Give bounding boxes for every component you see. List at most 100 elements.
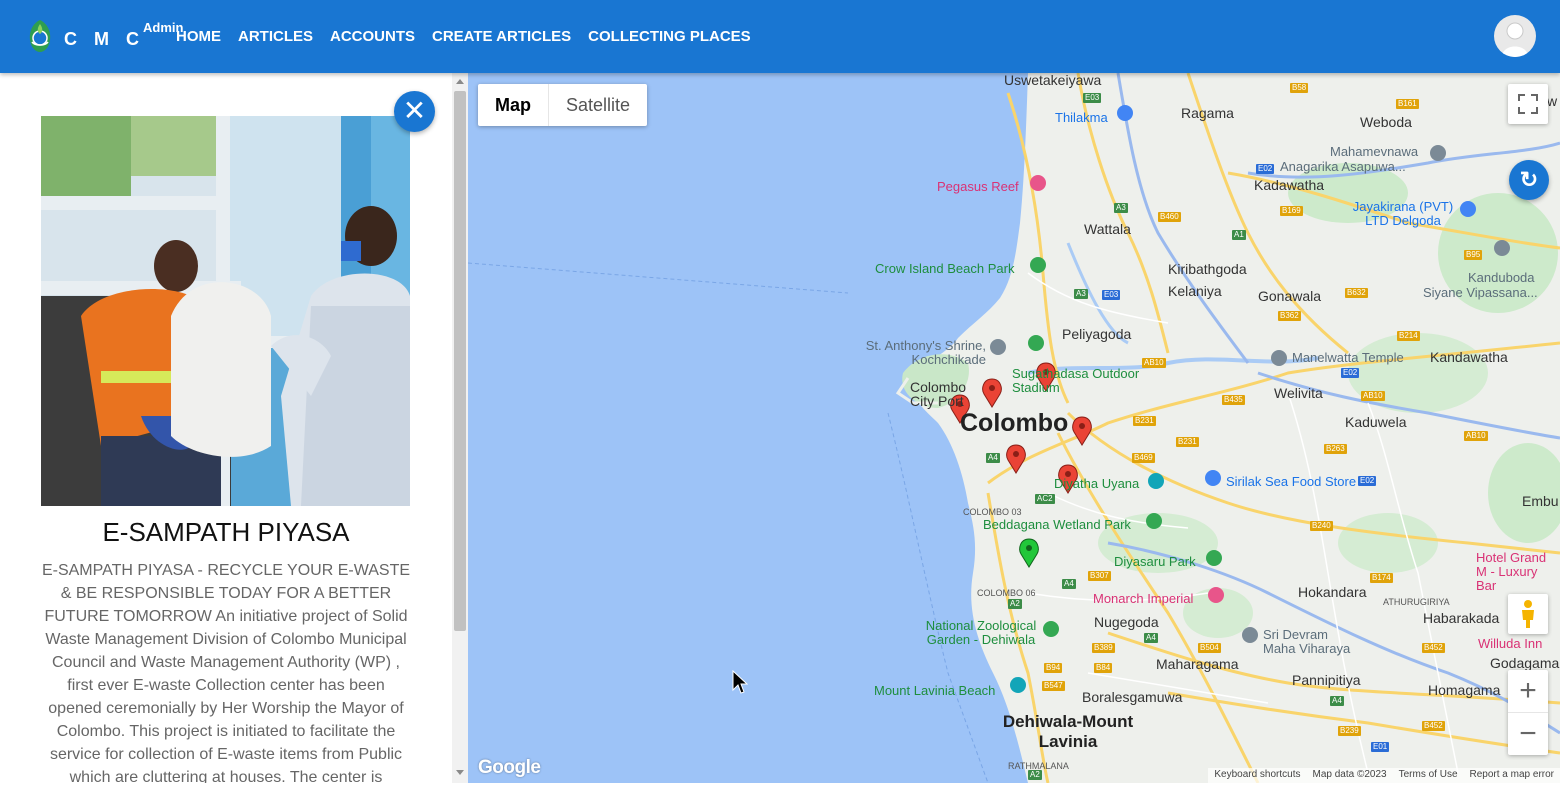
camera-marker-icon[interactable] bbox=[1148, 473, 1164, 489]
road-shield: B240 bbox=[1310, 521, 1333, 531]
map-label: Peliyagoda bbox=[1062, 326, 1132, 342]
brand-name[interactable]: C M CAdmin bbox=[64, 20, 183, 50]
map-label: Nugegoda bbox=[1094, 614, 1159, 630]
temple-marker-icon[interactable] bbox=[1242, 627, 1258, 643]
hotel-marker-icon[interactable] bbox=[1030, 175, 1046, 191]
road-shield: B547 bbox=[1042, 681, 1065, 691]
map-label: COLOMBO 03 bbox=[963, 507, 1022, 517]
keyboard-shortcuts-link[interactable]: Keyboard shortcuts bbox=[1208, 768, 1306, 783]
map-label: Mount Lavinia Beach bbox=[874, 683, 996, 698]
map-label: Embu bbox=[1522, 493, 1559, 509]
hotel-marker-icon[interactable] bbox=[1208, 587, 1224, 603]
panel-scrollbar[interactable] bbox=[452, 73, 468, 783]
map-label: Godagama bbox=[1490, 655, 1560, 671]
map-label: Thilakma bbox=[1055, 110, 1108, 125]
scroll-thumb[interactable] bbox=[454, 91, 466, 631]
user-avatar[interactable] bbox=[1494, 15, 1536, 57]
road-shield: B169 bbox=[1280, 206, 1303, 216]
road-shield: B263 bbox=[1324, 444, 1347, 454]
mouse-cursor-icon bbox=[732, 670, 748, 694]
top-app-bar: C M CAdmin HOME ARTICLES ACCOUNTS CREATE… bbox=[0, 0, 1560, 73]
map-label: Boralesgamuwa bbox=[1082, 689, 1183, 705]
fullscreen-icon bbox=[1518, 94, 1538, 114]
map-label: Welivita bbox=[1274, 385, 1323, 401]
fullscreen-button[interactable] bbox=[1508, 84, 1548, 124]
google-map[interactable]: Uswetakeiyawa Ragama Weliw Weboda Thilak… bbox=[468, 73, 1560, 783]
temple-marker-icon[interactable] bbox=[1494, 240, 1510, 256]
map-label: Sirilak Sea Food Store bbox=[1226, 474, 1357, 489]
nav-home[interactable]: HOME bbox=[176, 28, 221, 45]
road-shield: B161 bbox=[1396, 99, 1419, 109]
beach-marker-icon[interactable] bbox=[1010, 677, 1026, 693]
nav-collecting-places[interactable]: COLLECTING PLACES bbox=[588, 28, 751, 45]
close-button[interactable]: ✕ bbox=[394, 91, 435, 132]
nav-articles[interactable]: ARTICLES bbox=[238, 28, 313, 45]
map-label: Jayakirana (PVT) LTD Delgoda bbox=[1352, 199, 1454, 228]
map-label: Kiribathgoda bbox=[1168, 261, 1247, 277]
road-shield: B94 bbox=[1044, 663, 1063, 673]
scroll-up-arrow-icon[interactable] bbox=[456, 79, 464, 84]
map-label: Habarakada bbox=[1423, 610, 1500, 626]
road-shield: B95 bbox=[1464, 250, 1483, 260]
map-label: Kadawatha bbox=[1254, 177, 1325, 193]
map-label: Willuda Inn bbox=[1478, 636, 1543, 651]
road-shield: B231 bbox=[1176, 437, 1199, 447]
map-label: ATHURUGIRIYA bbox=[1383, 597, 1450, 607]
road-shield: E03 bbox=[1083, 93, 1102, 103]
park-marker-icon[interactable] bbox=[1146, 513, 1162, 529]
map-label: Weboda bbox=[1360, 114, 1412, 130]
road-shield: B84 bbox=[1094, 663, 1113, 673]
map-type-satellite-button[interactable]: Satellite bbox=[548, 84, 647, 126]
road-shield: A4 bbox=[1330, 696, 1344, 706]
road-shield: B435 bbox=[1222, 395, 1245, 405]
temple-marker-icon[interactable] bbox=[1430, 145, 1446, 161]
road-shield: A1 bbox=[1232, 230, 1246, 240]
map-label: Beddagana Wetland Park bbox=[983, 517, 1131, 532]
road-shield: B214 bbox=[1397, 331, 1420, 341]
terms-of-use-link[interactable]: Terms of Use bbox=[1393, 768, 1464, 783]
cmc-logo-icon[interactable] bbox=[26, 18, 54, 54]
scroll-down-arrow-icon[interactable] bbox=[456, 770, 464, 775]
plus-icon: + bbox=[1519, 674, 1537, 707]
map-label: Sri Devram Maha Viharaya bbox=[1263, 627, 1351, 656]
map-label: Manelwatta Temple bbox=[1292, 350, 1404, 365]
road-shield: AB10 bbox=[1464, 431, 1488, 441]
stadium-marker-icon[interactable] bbox=[1028, 335, 1044, 351]
map-label: Anagarika Asapuwa... bbox=[1280, 159, 1406, 174]
road-shield: A2 bbox=[1008, 599, 1022, 609]
map-type-map-button[interactable]: Map bbox=[478, 84, 548, 126]
street-view-pegman[interactable] bbox=[1508, 594, 1548, 634]
map-label: Pegasus Reef bbox=[937, 179, 1019, 194]
google-logo[interactable]: Google bbox=[478, 757, 541, 779]
zoom-in-button[interactable]: + bbox=[1508, 670, 1548, 713]
zoom-out-button[interactable]: − bbox=[1508, 713, 1548, 755]
map-label: Pannipitiya bbox=[1292, 672, 1361, 688]
park-marker-icon[interactable] bbox=[1030, 257, 1046, 273]
road-shield: B452 bbox=[1422, 643, 1445, 653]
road-shield: B504 bbox=[1198, 643, 1221, 653]
poi-marker-icon[interactable] bbox=[1117, 105, 1133, 121]
map-label: Wattala bbox=[1084, 221, 1131, 237]
nav-create-articles[interactable]: CREATE ARTICLES bbox=[432, 28, 571, 45]
map-data-label: Map data ©2023 bbox=[1312, 769, 1387, 780]
article-photo bbox=[41, 116, 410, 506]
road-shield: E02 bbox=[1256, 164, 1275, 174]
church-marker-icon[interactable] bbox=[990, 339, 1006, 355]
user-avatar-icon bbox=[1502, 22, 1528, 57]
refresh-icon: ↻ bbox=[1519, 167, 1539, 192]
nav-accounts[interactable]: ACCOUNTS bbox=[330, 28, 415, 45]
map-label: Hokandara bbox=[1298, 584, 1367, 600]
road-shield: B460 bbox=[1158, 212, 1181, 222]
shop-marker-icon[interactable] bbox=[1205, 470, 1221, 486]
refresh-button[interactable]: ↻ bbox=[1509, 160, 1549, 200]
park-marker-icon[interactable] bbox=[1206, 550, 1222, 566]
temple-marker-icon[interactable] bbox=[1271, 350, 1287, 366]
map-label: Monarch Imperial bbox=[1093, 591, 1194, 606]
close-icon: ✕ bbox=[402, 95, 427, 126]
poi-marker-icon[interactable] bbox=[1460, 201, 1476, 217]
road-shield: A4 bbox=[1144, 633, 1158, 643]
map-label: Kaduwela bbox=[1345, 414, 1407, 430]
article-detail-panel: ✕ E-SAMPATH PIYASA E-SAMPATH PIYASA - RE… bbox=[0, 73, 452, 783]
map-label: Crow Island Beach Park bbox=[875, 261, 1015, 276]
report-map-error-link[interactable]: Report a map error bbox=[1464, 768, 1560, 783]
